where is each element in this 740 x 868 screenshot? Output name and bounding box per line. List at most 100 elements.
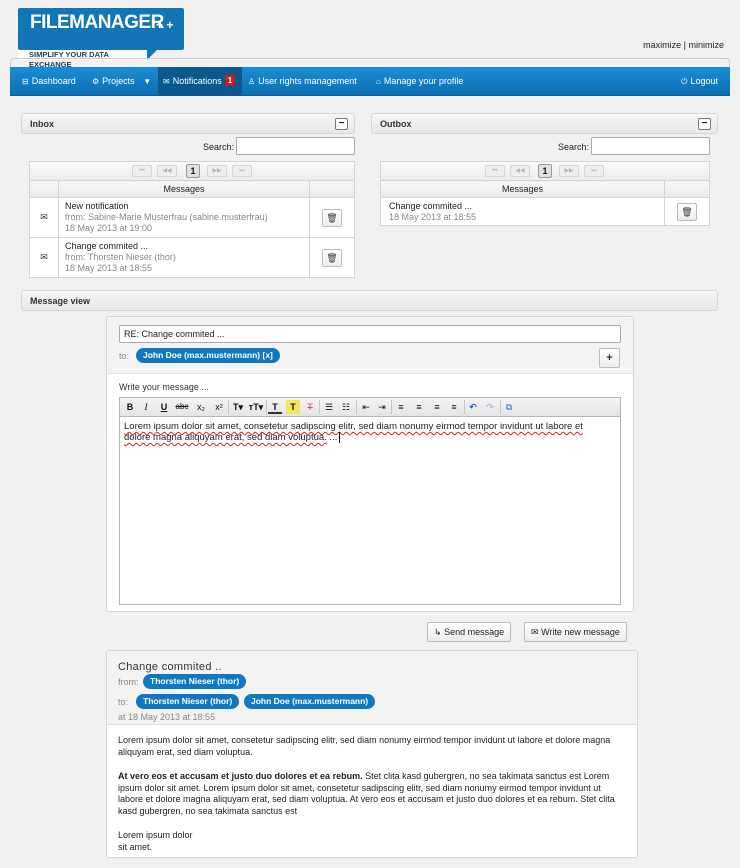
source-button[interactable]: ⧉ (502, 400, 516, 414)
recipient-pill[interactable]: John Doe (max.mustermann) (244, 694, 376, 709)
last-page-button[interactable]: ⏭ (584, 165, 604, 177)
undo-button[interactable]: ↶ (466, 400, 480, 414)
messages-column-header[interactable]: Messages (58, 180, 310, 198)
logo-plus: + + (156, 18, 174, 32)
strikethrough-button[interactable]: abc (174, 400, 190, 414)
add-recipient-button[interactable]: + (599, 348, 620, 368)
message-from: from: Sabine-Marie Musterfrau (sabine.mu… (65, 212, 268, 222)
align-center-button[interactable]: ≡ (412, 400, 426, 414)
prev-page-button[interactable]: ◀◀ (157, 165, 177, 177)
delete-button[interactable]: 🗑 (322, 248, 342, 267)
toolbar-separator (356, 400, 357, 414)
inbox-collapse-button[interactable]: − (335, 118, 348, 130)
outdent-button[interactable]: ⇤ (359, 400, 373, 414)
message-title: Change commited ... (389, 200, 473, 211)
subject-input[interactable]: RE: Change commited ... (119, 325, 621, 343)
logo-name: FILEMANAGER (30, 12, 164, 33)
from-label: from: (118, 677, 139, 687)
body-bold-text: At vero eos et accusam et justo duo dolo… (118, 771, 363, 781)
delete-button[interactable]: 🗑 (322, 208, 342, 227)
page-number[interactable]: 1 (538, 164, 552, 178)
background-color-button[interactable]: T (286, 400, 300, 414)
action-column (309, 180, 355, 198)
nav-notifications-label: Notifications (172, 76, 222, 86)
envelope-icon: ✉ (163, 77, 170, 86)
italic-button[interactable]: I (140, 400, 152, 414)
viewer-date: at 18 May 2013 at 18:55 (118, 712, 216, 722)
write-label: Write your message ... (119, 382, 209, 392)
message-editor[interactable]: Lorem ipsum dolor sit amet, consetetur s… (119, 416, 621, 605)
message-date: 18 May 2013 at 19:00 (65, 223, 153, 233)
messages-column-header[interactable]: Messages (380, 180, 665, 198)
editor-tail: ... (326, 432, 338, 443)
recipient-pill[interactable]: John Doe (max.mustermann) [x] (136, 348, 280, 363)
nav-dashboard[interactable]: ⊟ Dashboard (22, 67, 76, 96)
power-icon: ⏻ (681, 77, 688, 86)
trash-icon: 🗑 (326, 252, 338, 263)
table-row[interactable]: ✉ New notification from: Sabine-Marie Mu… (29, 197, 355, 238)
viewer-subject: Change commited .. (118, 661, 222, 673)
maximize-link[interactable]: maximize (643, 40, 681, 50)
outbox-title: Outbox (380, 119, 412, 129)
write-new-message-button[interactable]: ✉ Write new message (524, 622, 627, 642)
redo-button[interactable]: ↷ (483, 400, 497, 414)
nav-projects[interactable]: ⚙ Projects ▼ (92, 67, 154, 96)
projects-icon: ⚙ (92, 77, 100, 86)
action-column (664, 180, 710, 198)
nav-dashboard-label: Dashboard (31, 76, 76, 86)
separator: | (683, 40, 686, 50)
outbox-collapse-button[interactable]: − (698, 118, 711, 130)
send-message-label: Send message (444, 627, 505, 637)
nav-notifications[interactable]: ✉ Notifications 1 (158, 67, 242, 96)
page-number[interactable]: 1 (186, 164, 200, 178)
table-row[interactable]: ✉ Change commited ... from: Thorsten Nie… (29, 237, 355, 278)
editor-line-1: Lorem ipsum dolor sit amet, consetetur s… (124, 421, 583, 432)
toolbar-separator (228, 400, 229, 414)
outbox-search-input[interactable] (591, 137, 710, 155)
sender-pill[interactable]: Thorsten Nieser (thor) (143, 674, 247, 689)
font-family-button[interactable]: ᴛT▾ (248, 400, 264, 414)
first-page-button[interactable]: ⏮ (132, 165, 152, 177)
message-date: 18 May 2013 at 18:55 (65, 263, 153, 273)
nav-user-rights[interactable]: ♙ User rights management (248, 67, 357, 96)
toolbar-separator (500, 400, 501, 414)
subscript-button[interactable]: x₂ (194, 400, 208, 414)
last-page-button[interactable]: ⏭ (232, 165, 252, 177)
body-paragraph-1: Lorem ipsum dolor sit amet, consetetur s… (118, 735, 611, 757)
send-message-button[interactable]: ↳ Send message (427, 622, 512, 642)
table-row[interactable]: Change commited ... 18 May 2013 at 18:55… (380, 197, 710, 226)
outbox-header: Outbox − (371, 113, 718, 134)
nav-profile[interactable]: ⌂ Manage your profile (376, 67, 463, 96)
open-envelope-icon: ✉ (40, 212, 48, 222)
delete-button[interactable]: 🗑 (677, 202, 697, 221)
clear-format-button[interactable]: T (304, 400, 316, 414)
superscript-button[interactable]: x² (212, 400, 226, 414)
align-left-button[interactable]: ≡ (394, 400, 408, 414)
align-right-button[interactable]: ≡ (430, 400, 444, 414)
inbox-search-input[interactable] (236, 137, 355, 155)
signature-line-1: Lorem ipsum dolor (118, 830, 193, 840)
recipient-pill[interactable]: Thorsten Nieser (thor) (136, 694, 240, 709)
next-page-button[interactable]: ▶▶ (559, 165, 579, 177)
bold-button[interactable]: B (124, 400, 136, 414)
envelope-icon: ✉ (40, 252, 48, 262)
text-cursor (339, 432, 341, 443)
bullet-list-button[interactable]: ☰ (322, 400, 336, 414)
justify-button[interactable]: ≡ (447, 400, 461, 414)
toolbar-separator (266, 400, 267, 414)
underline-button[interactable]: U (158, 400, 170, 414)
font-size-button[interactable]: T▾ (231, 400, 245, 414)
prev-page-button[interactable]: ◀◀ (510, 165, 530, 177)
nav-user-rights-label: User rights management (258, 76, 357, 86)
nav-logout[interactable]: ⏻ Logout (681, 67, 718, 96)
nav-projects-label: Projects (102, 76, 135, 86)
dashboard-icon: ⊟ (22, 77, 29, 86)
text-color-button[interactable]: T (268, 400, 282, 414)
first-page-button[interactable]: ⏮ (485, 165, 505, 177)
outbox-search-label: Search: (558, 142, 590, 152)
minimize-link[interactable]: minimize (688, 40, 724, 50)
toolbar-separator (319, 400, 320, 414)
indent-button[interactable]: ⇥ (375, 400, 389, 414)
next-page-button[interactable]: ▶▶ (207, 165, 227, 177)
numbered-list-button[interactable]: ☷ (339, 400, 353, 414)
